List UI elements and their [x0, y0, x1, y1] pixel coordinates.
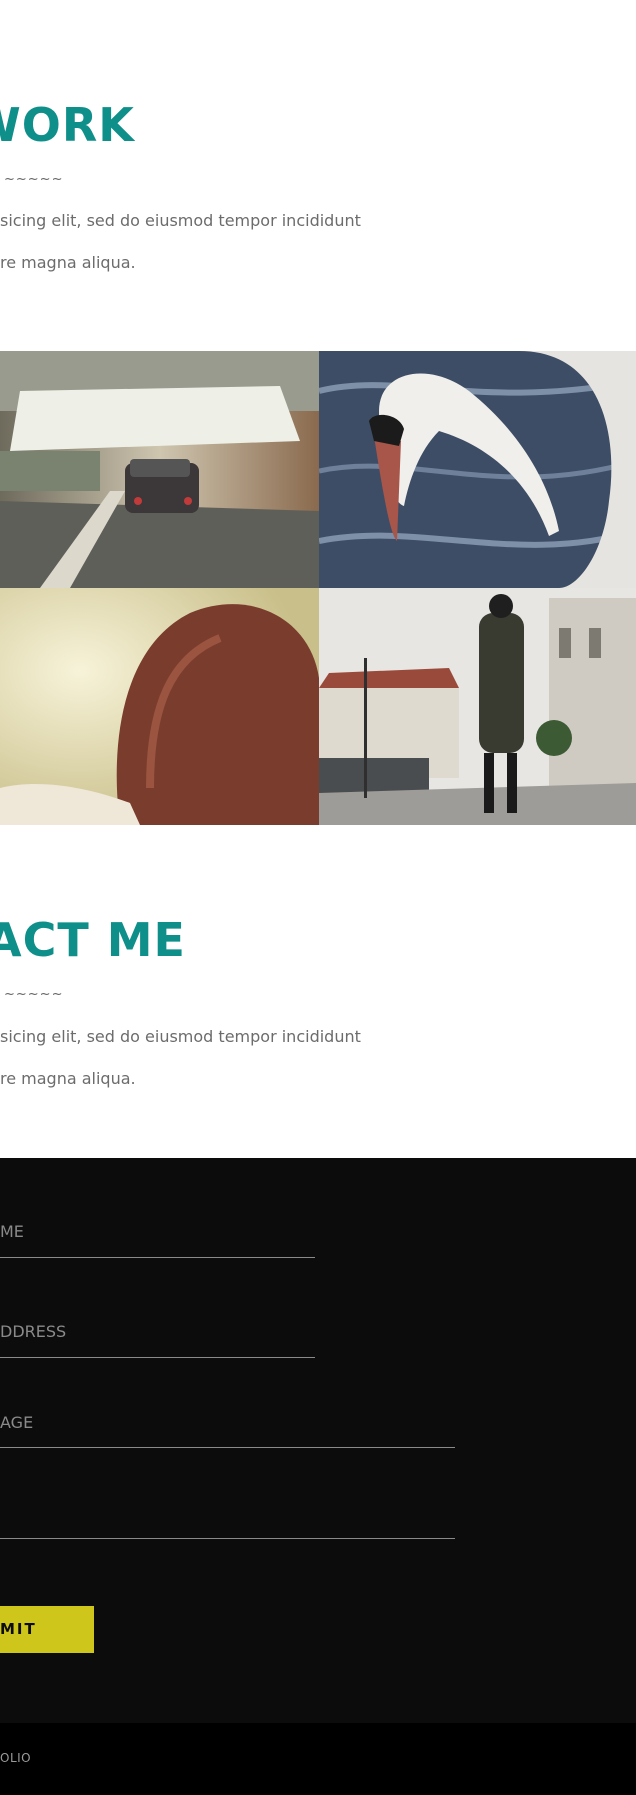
- street-walk-image: [319, 588, 636, 825]
- swan-image: [319, 351, 636, 588]
- gallery-item-car[interactable]: [0, 351, 319, 588]
- name-field-placeholder[interactable]: ME: [0, 1222, 24, 1241]
- work-intro-line-1: sicing elit, sed do eiusmod tempor incid…: [0, 211, 361, 230]
- gallery-item-swan[interactable]: [319, 351, 636, 588]
- contact-divider: ~~~~~: [4, 987, 64, 1002]
- message-field-underline-1: [0, 1447, 455, 1448]
- contact-intro-line-1: sicing elit, sed do eiusmod tempor incid…: [0, 1027, 361, 1046]
- contact-intro-line-2: re magna aliqua.: [0, 1069, 136, 1088]
- name-field-underline: [0, 1257, 315, 1258]
- submit-button-label: MIT: [0, 1620, 37, 1638]
- message-field-underline-2: [0, 1538, 455, 1539]
- work-divider: ~~~~~: [4, 172, 64, 187]
- gallery-item-hair[interactable]: [0, 588, 319, 825]
- footer-text: OLIO: [0, 1751, 32, 1765]
- red-hair-image: [0, 588, 319, 825]
- email-field-placeholder[interactable]: DDRESS: [0, 1322, 66, 1341]
- message-field-placeholder[interactable]: AGE: [0, 1413, 33, 1432]
- work-intro-line-2: re magna aliqua.: [0, 253, 136, 272]
- car-tunnel-image: [0, 351, 319, 588]
- work-heading: WORK: [0, 98, 135, 152]
- footer: OLIO: [0, 1723, 636, 1795]
- gallery-item-street[interactable]: [319, 588, 636, 825]
- submit-button[interactable]: MIT: [0, 1606, 94, 1653]
- contact-form-section: [0, 1158, 636, 1723]
- contact-heading: ACT ME: [0, 913, 186, 967]
- email-field-underline: [0, 1357, 315, 1358]
